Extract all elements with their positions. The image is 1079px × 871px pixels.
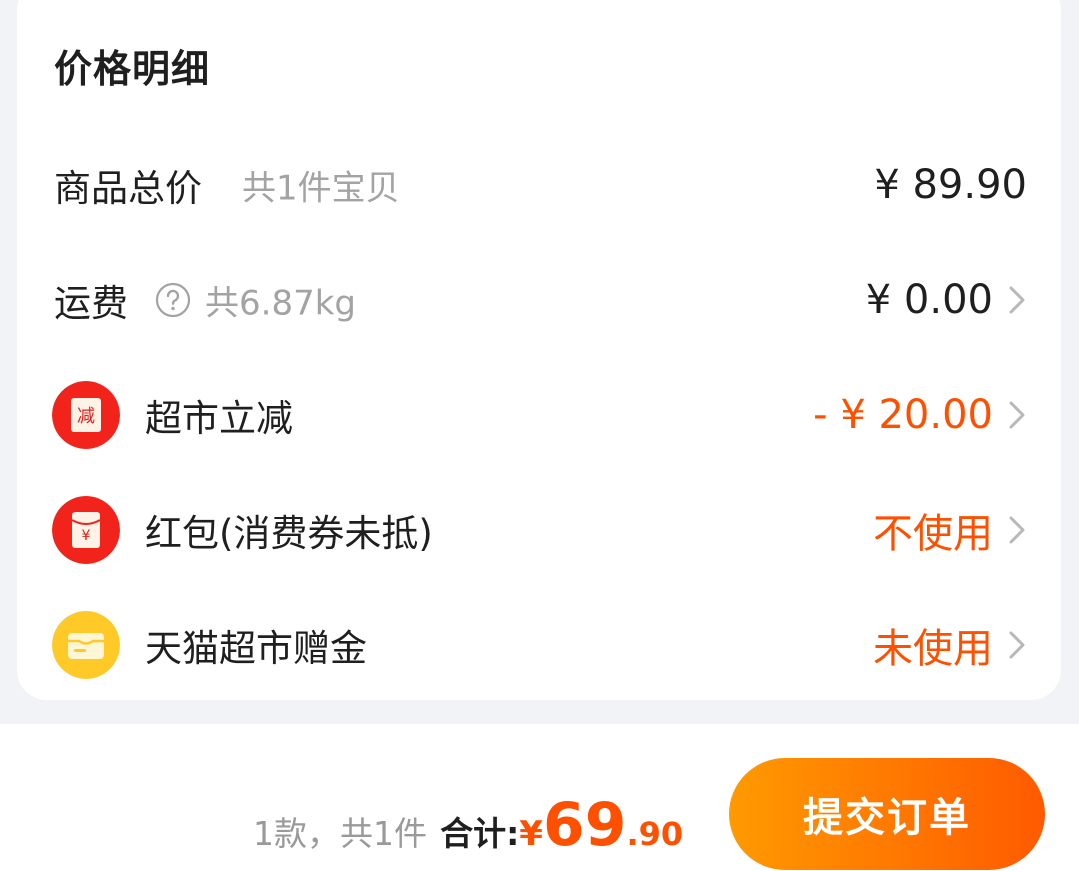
total-integer: 69 [542,790,627,860]
goods-total-label: 商品总价 [54,167,202,210]
total-decimal: .90 [626,815,684,853]
submit-order-button[interactable]: 提交订单 [729,758,1045,870]
chevron-right-icon [1009,631,1025,659]
help-icon[interactable] [155,282,191,318]
discount-value: - ¥ 20.00 [813,392,993,438]
price-detail-card [17,0,1061,700]
total-label: 合计: [440,814,520,853]
shipping-label: 运费 [54,282,128,325]
shipping-weight-text: 共6.87kg [205,283,356,324]
order-summary: 1款，共1件 合计:¥69.90 [253,790,683,860]
goods-count-text: 共1件宝贝 [242,168,400,209]
shipping-value: ¥ 0.00 [865,277,993,323]
discount-label: 超市立减 [145,397,293,440]
discount-badge-text: 减 [77,406,95,427]
red-packet-value: 不使用 [873,511,993,557]
gift-money-row[interactable]: 天猫超市赠金 未使用 [0,605,1079,685]
section-title: 价格明细 [54,47,211,91]
item-count-text: 1款，共1件 [253,814,427,853]
goods-total-row: 商品总价 共1件宝贝 ¥ 89.90 [0,145,1079,225]
chevron-right-icon [1009,401,1025,429]
goods-total-value: ¥ 89.90 [874,162,1027,208]
currency-symbol: ¥ [519,814,543,854]
discount-badge-icon: 减 [52,381,120,449]
gift-card-icon [52,611,120,679]
chevron-right-icon [1009,286,1025,314]
gift-money-value: 未使用 [873,626,993,672]
chevron-right-icon [1009,516,1025,544]
shipping-row[interactable]: 运费 共6.87kg ¥ 0.00 [0,260,1079,340]
red-packet-label: 红包(消费券未抵) [145,512,433,555]
red-packet-row[interactable]: ¥ 红包(消费券未抵) 不使用 [0,490,1079,570]
red-packet-badge-text: ¥ [82,528,91,544]
red-packet-icon: ¥ [52,496,120,564]
gift-money-label: 天猫超市赠金 [145,627,367,670]
supermarket-discount-row[interactable]: 减 超市立减 - ¥ 20.00 [0,375,1079,455]
